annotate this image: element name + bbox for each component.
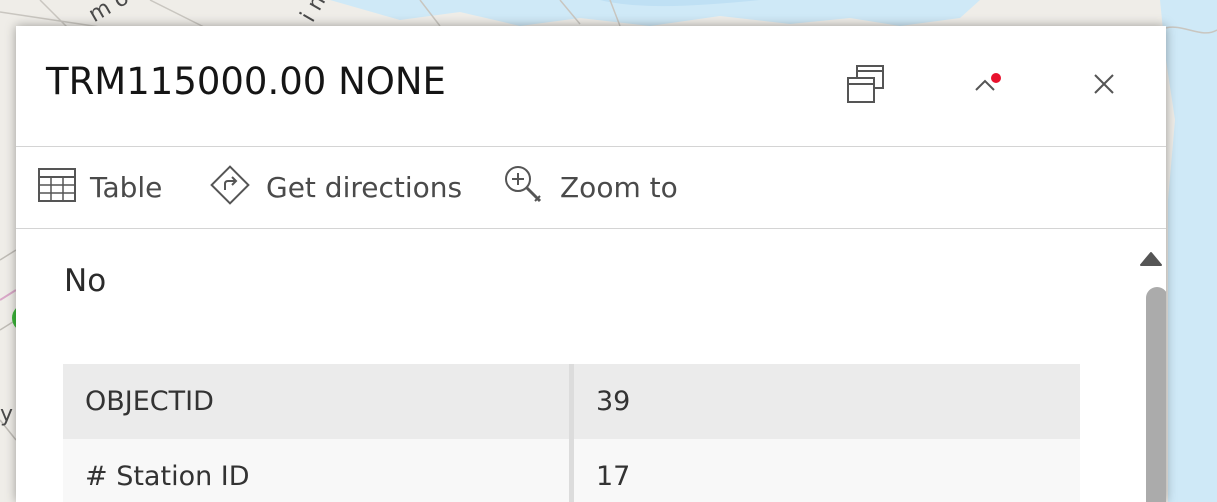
attribute-value: 39 <box>596 386 631 417</box>
close-icon <box>1090 70 1118 103</box>
collapse-icon <box>971 68 1003 105</box>
table-icon <box>38 167 76 207</box>
popup-content: No OBJECTID 39 # Station ID 17 <box>16 229 1166 502</box>
table-row: # Station ID 17 <box>63 439 1080 502</box>
scrollbar-thumb[interactable] <box>1146 287 1166 502</box>
get-directions-label: Get directions <box>266 170 463 204</box>
dock-icon <box>845 63 887 110</box>
attribute-value: 17 <box>596 461 631 492</box>
dock-button[interactable] <box>842 62 890 110</box>
collapse-button[interactable] <box>963 62 1011 110</box>
directions-icon <box>208 163 252 212</box>
popup-header: TRM115000.00 NONE <box>16 26 1166 147</box>
zoom-to-label: Zoom to <box>560 170 678 204</box>
get-directions-action[interactable]: Get directions <box>208 164 463 207</box>
map-label-3: y <box>0 402 14 427</box>
scrollbar[interactable] <box>1136 229 1166 502</box>
attribute-key: OBJECTID <box>63 364 574 439</box>
popup-actions-bar: Table Get directions Zoom to <box>16 147 1166 229</box>
attribute-table: OBJECTID 39 # Station ID 17 <box>63 364 1080 502</box>
feature-popup: TRM115000.00 NONE Table Get directions Z… <box>16 26 1166 502</box>
table-action-label: Table <box>90 170 163 204</box>
zoom-to-action[interactable]: Zoom to <box>502 165 678 207</box>
zoom-to-icon <box>502 163 546 212</box>
table-action[interactable]: Table <box>38 167 162 207</box>
popup-title: TRM115000.00 NONE <box>46 60 446 103</box>
scroll-up-button[interactable] <box>1136 249 1166 269</box>
table-row: OBJECTID 39 <box>63 364 1080 439</box>
arrow-up-icon <box>1140 252 1162 266</box>
content-text: No <box>64 263 107 299</box>
attribute-key: # Station ID <box>63 439 574 502</box>
close-button[interactable] <box>1080 62 1128 110</box>
